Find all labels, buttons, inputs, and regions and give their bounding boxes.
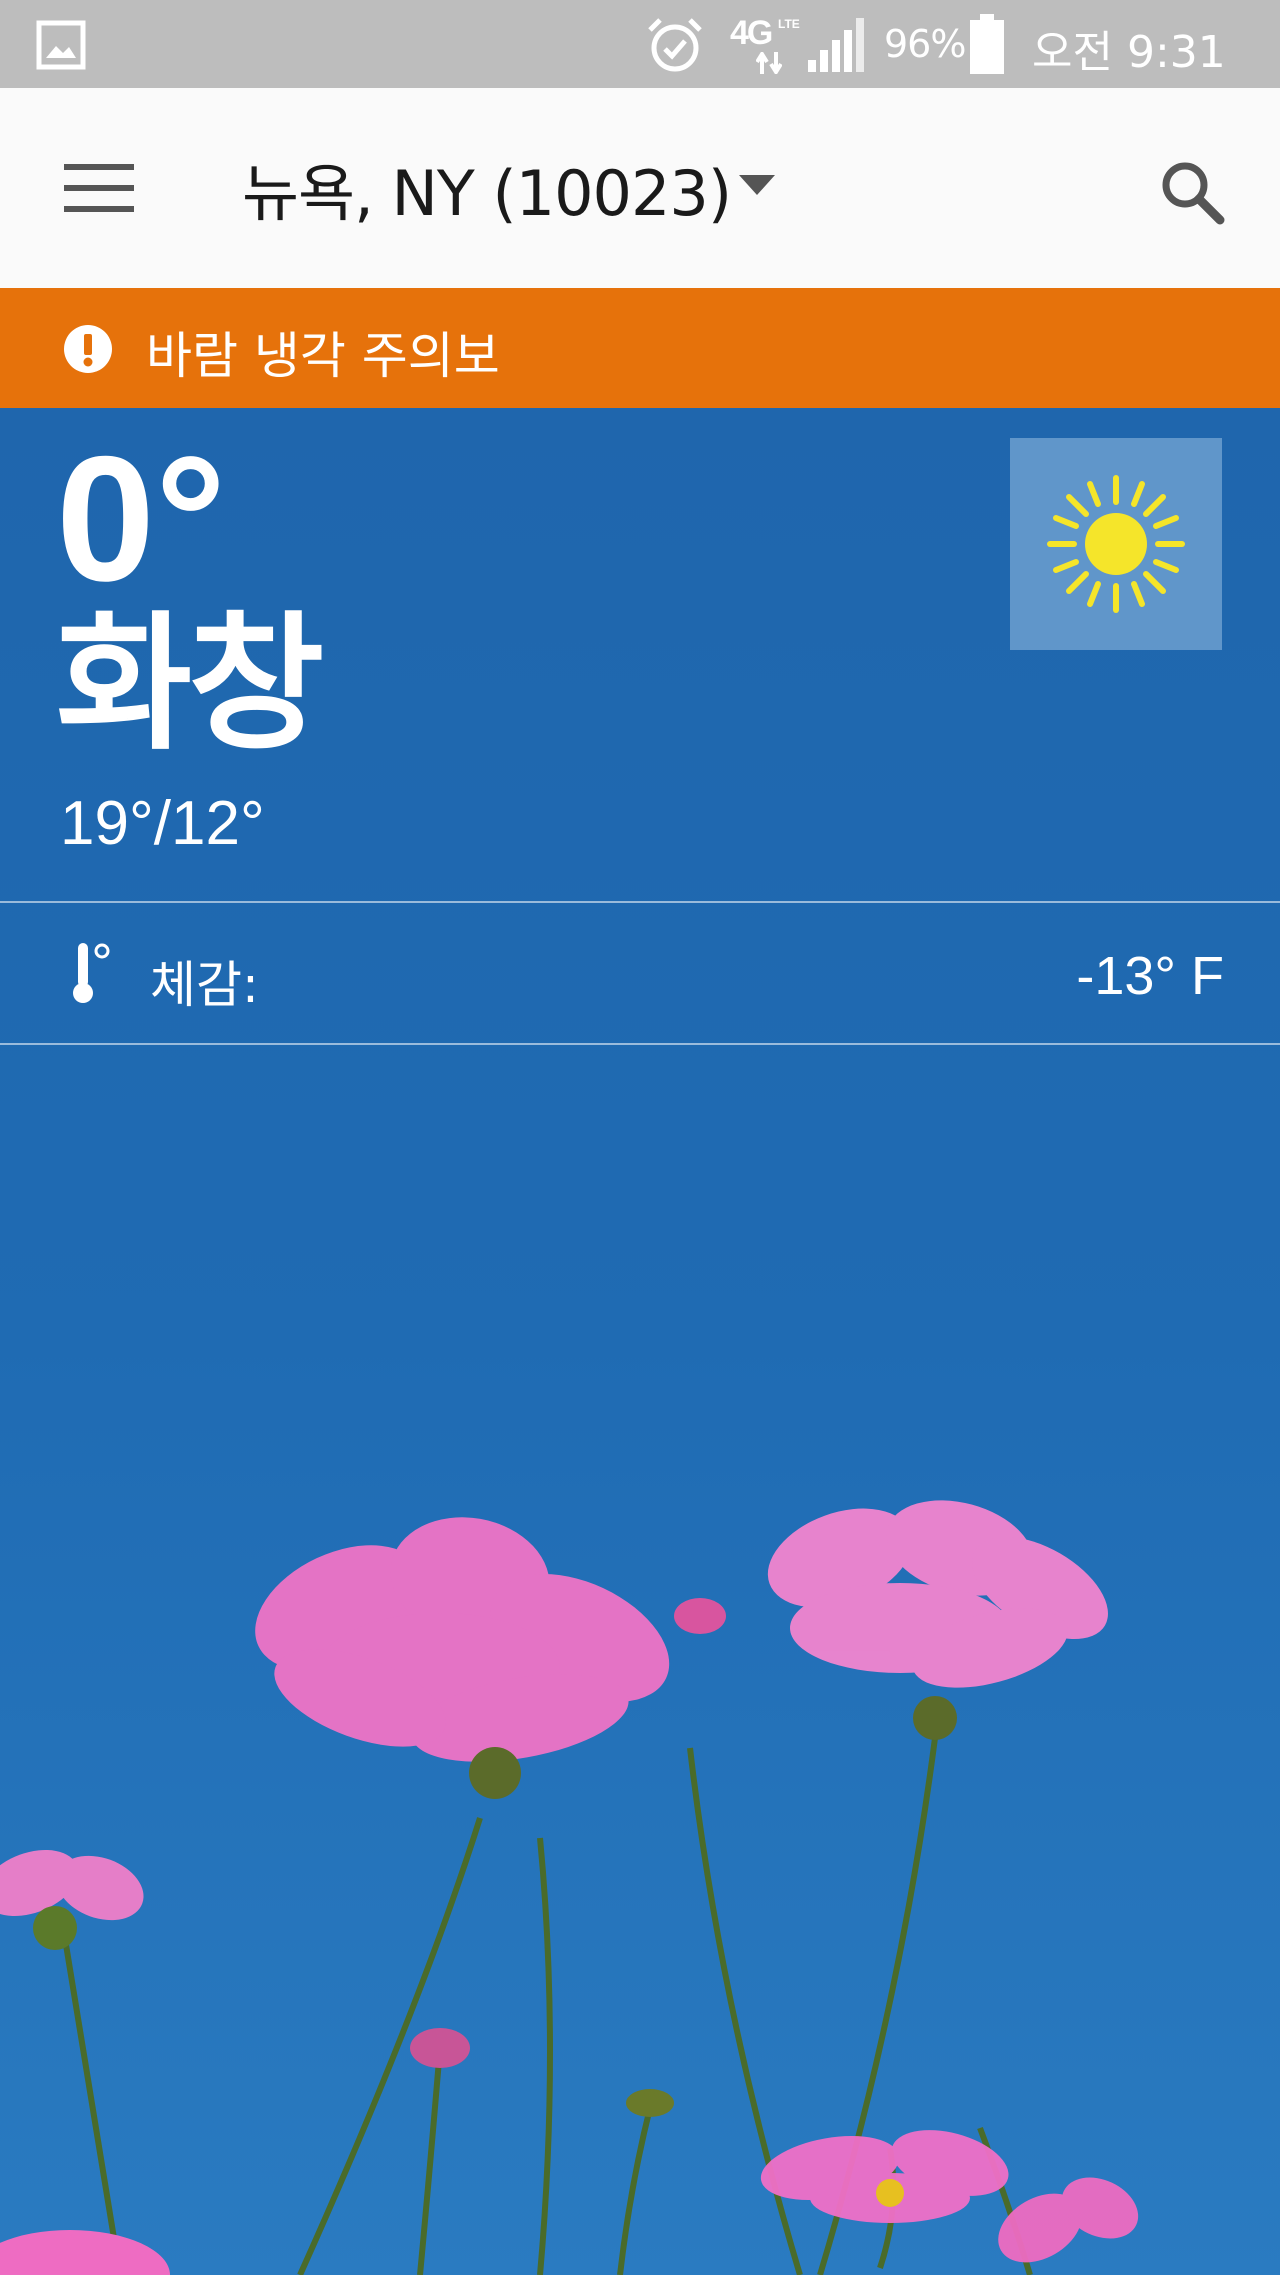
- current-conditions: 0° 화창 19°/12° 체감: -13° F: [0, 408, 1280, 2275]
- data-arrows-icon: [756, 52, 782, 74]
- condition-text: 화창: [56, 598, 324, 770]
- location-selector[interactable]: 뉴욕, NY (10023): [242, 148, 776, 230]
- menu-icon[interactable]: [64, 162, 134, 214]
- condition-icon-tile: [1010, 438, 1222, 650]
- dropdown-arrow-icon: [739, 175, 776, 195]
- signal-icon: [808, 18, 864, 72]
- alert-icon: [64, 325, 112, 373]
- gallery-icon: [36, 20, 86, 70]
- battery-percent: 96%: [884, 22, 966, 66]
- high-low-temperature: 19°/12°: [60, 789, 265, 858]
- alarm-icon: [648, 18, 702, 72]
- network-type: 4G: [730, 14, 773, 52]
- flower-background-image: [0, 1500, 1139, 2275]
- current-temperature: 0°: [56, 419, 227, 618]
- weather-screen: 4G LTE 96% 오전 9:31 뉴욕, NY (10023) 바람 냉각 …: [0, 0, 1280, 2275]
- thermometer-icon: [73, 943, 110, 1003]
- sun-icon: [1047, 475, 1185, 613]
- clock: 오전 9:31: [1032, 27, 1226, 78]
- location-label: 뉴욕, NY (10023): [242, 157, 732, 230]
- feels-like-row: 체감: -13° F: [0, 903, 1280, 1043]
- feels-like-label: 체감:: [150, 956, 259, 1014]
- feels-like-value: -13° F: [1076, 946, 1224, 1006]
- status-bar: 4G LTE 96% 오전 9:31: [0, 0, 1280, 88]
- app-bar: 뉴욕, NY (10023): [0, 88, 1280, 288]
- alert-text: 바람 냉각 주의보: [146, 327, 500, 385]
- weather-alert-banner[interactable]: 바람 냉각 주의보: [0, 288, 1280, 408]
- network-subtype: LTE: [778, 17, 800, 31]
- divider: [0, 1043, 1280, 1045]
- search-icon[interactable]: [1158, 158, 1226, 226]
- battery-icon: [970, 14, 1004, 74]
